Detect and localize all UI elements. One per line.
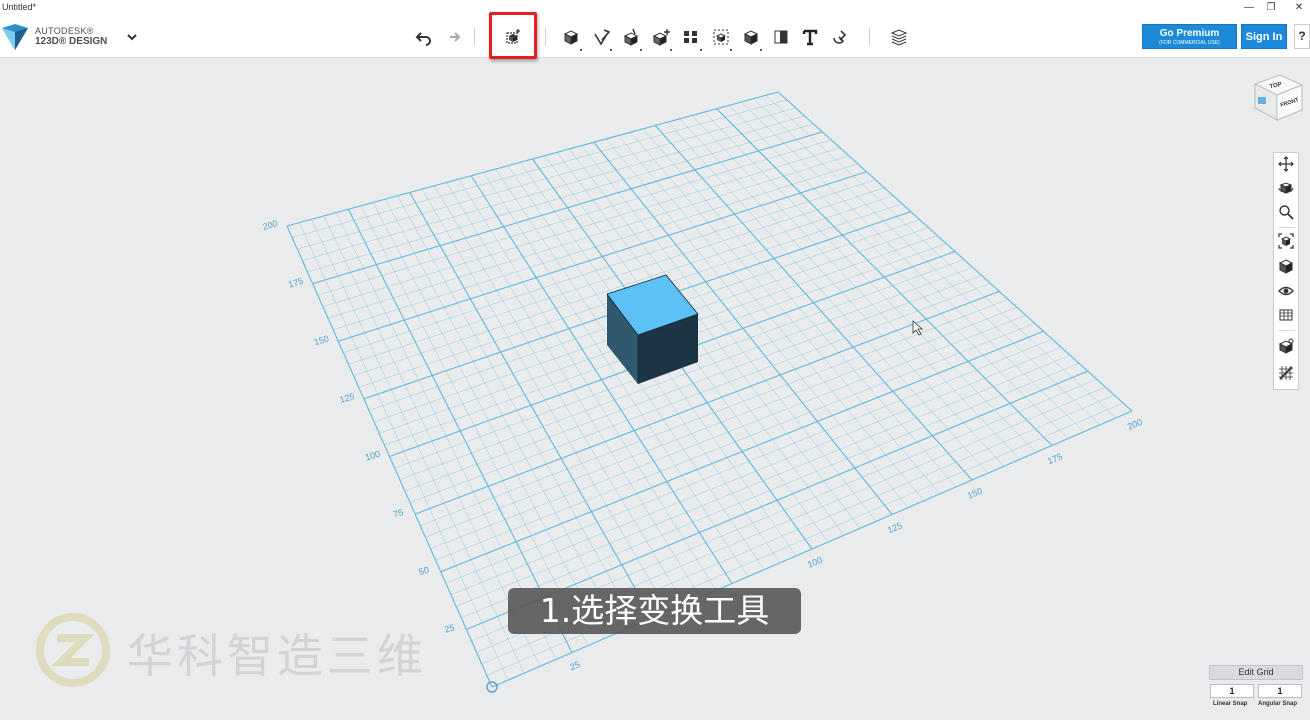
left-axis-label: 50 bbox=[418, 565, 430, 577]
navigation-panel bbox=[1273, 152, 1299, 390]
sketch-tool-button[interactable] bbox=[589, 25, 613, 51]
redo-icon bbox=[450, 32, 461, 42]
grid-line bbox=[777, 91, 1133, 412]
watermark: 华科智造三维 bbox=[35, 612, 423, 693]
main-toolbar: AUTODESK® 123D® DESIGN bbox=[0, 16, 1310, 58]
snap-settings-button[interactable] bbox=[1278, 365, 1296, 383]
snap-tool-button[interactable] bbox=[827, 25, 851, 49]
fit-button[interactable] bbox=[1278, 233, 1296, 251]
snap-icon bbox=[833, 30, 847, 44]
fit-icon bbox=[1278, 233, 1294, 249]
box-object[interactable] bbox=[606, 274, 699, 384]
app-window: Untitled* — ❐ ✕ AUTODESK® 123D® DESIGN G… bbox=[0, 0, 1310, 720]
front-axis-label: 150 bbox=[966, 486, 984, 501]
views-button[interactable] bbox=[1278, 258, 1296, 276]
z-logo-icon bbox=[36, 613, 110, 687]
material-icon bbox=[1279, 309, 1293, 321]
subtitle-caption: 1.选择变换工具 bbox=[508, 588, 801, 634]
nav-divider bbox=[1279, 330, 1295, 331]
edit-grid-button[interactable]: Edit Grid bbox=[1209, 665, 1303, 680]
materials-outline-button[interactable] bbox=[1278, 307, 1296, 325]
grid-visibility-button[interactable] bbox=[1278, 338, 1296, 356]
help-button[interactable]: ? bbox=[1294, 24, 1310, 49]
left-axis-label: 125 bbox=[338, 391, 355, 405]
toolbar-divider bbox=[545, 28, 546, 46]
grouping-tool-button[interactable] bbox=[709, 25, 733, 51]
combine-tool-button[interactable] bbox=[739, 25, 763, 51]
redo-button[interactable] bbox=[440, 25, 464, 49]
layers-icon bbox=[890, 29, 908, 46]
toolbar-divider bbox=[869, 28, 870, 46]
grid-icon bbox=[1278, 338, 1294, 354]
transform-tool-highlight bbox=[489, 12, 537, 59]
linear-snap-label: Linear Snap bbox=[1213, 701, 1248, 707]
left-axis-label: 100 bbox=[364, 449, 381, 463]
nav-divider bbox=[1279, 227, 1295, 228]
measure-tool-button[interactable] bbox=[769, 25, 793, 49]
measure-icon bbox=[774, 30, 788, 44]
window-title: Untitled* bbox=[2, 2, 37, 12]
app-logo-icon[interactable] bbox=[0, 22, 30, 52]
zoom-icon bbox=[1279, 205, 1294, 220]
restore-button[interactable]: ❐ bbox=[1260, 0, 1282, 16]
front-axis-label: 175 bbox=[1046, 451, 1064, 466]
toolbar-divider bbox=[474, 28, 475, 46]
modify-tool-button[interactable] bbox=[649, 25, 673, 51]
chevron-down-icon[interactable] bbox=[125, 30, 139, 44]
front-axis-label: 25 bbox=[568, 659, 581, 672]
front-axis-label: 125 bbox=[886, 520, 904, 535]
go-premium-label: Go Premium bbox=[1159, 28, 1220, 39]
sign-in-button[interactable]: Sign In bbox=[1241, 24, 1287, 49]
angular-snap-input[interactable]: 1 bbox=[1258, 684, 1302, 698]
pattern-tool-button[interactable] bbox=[679, 25, 703, 51]
close-button[interactable]: ✕ bbox=[1288, 0, 1310, 16]
zoom-button[interactable] bbox=[1278, 204, 1296, 222]
watermark-text: 华科智造三维 bbox=[127, 629, 427, 683]
view-cube[interactable]: TOP FRONT bbox=[1250, 70, 1306, 126]
construct-tool-button[interactable] bbox=[619, 25, 643, 51]
go-premium-sublabel: (FOR COMMERCIAL USE) bbox=[1159, 40, 1220, 46]
pattern-icon bbox=[684, 31, 697, 43]
brand-line2: 123D® DESIGN bbox=[35, 36, 108, 47]
front-axis-label: 100 bbox=[806, 555, 824, 570]
pan-button[interactable] bbox=[1278, 156, 1296, 174]
text-tool-button[interactable] bbox=[798, 25, 822, 49]
materials-tool-button[interactable] bbox=[887, 25, 911, 49]
sketch-icon bbox=[594, 29, 610, 46]
brand-line1: AUTODESK® bbox=[35, 26, 94, 36]
linear-snap-input[interactable]: 1 bbox=[1210, 684, 1254, 698]
view-cube-icon bbox=[1278, 259, 1294, 274]
text-icon bbox=[802, 29, 818, 46]
left-axis-label: 200 bbox=[262, 218, 279, 232]
eye-icon bbox=[1278, 286, 1294, 296]
modify-icon bbox=[652, 29, 670, 46]
grid-line bbox=[286, 91, 779, 227]
title-bar: Untitled* — ❐ ✕ bbox=[0, 0, 1310, 16]
combine-icon bbox=[743, 30, 759, 45]
orbit-button[interactable] bbox=[1278, 180, 1296, 198]
angular-snap-label: Angular Snap bbox=[1258, 701, 1298, 707]
left-axis-label: 175 bbox=[287, 276, 304, 290]
primitives-icon bbox=[563, 30, 579, 45]
minimize-button[interactable]: — bbox=[1238, 0, 1260, 16]
snap-grid-icon bbox=[1279, 366, 1293, 380]
primitives-tool-button[interactable] bbox=[559, 25, 583, 51]
undo-button[interactable] bbox=[412, 25, 436, 49]
left-axis-label: 25 bbox=[443, 622, 455, 634]
orbit-icon bbox=[1278, 182, 1294, 194]
pan-icon bbox=[1278, 156, 1294, 172]
left-axis-label: 150 bbox=[313, 333, 330, 347]
construct-icon bbox=[623, 28, 639, 46]
brand-name: AUTODESK® 123D® DESIGN bbox=[35, 26, 107, 48]
undo-icon bbox=[415, 32, 431, 46]
visibility-button[interactable] bbox=[1278, 283, 1296, 301]
grid-line bbox=[654, 125, 973, 481]
left-axis-label: 75 bbox=[392, 507, 404, 519]
front-axis-label: 200 bbox=[1126, 417, 1144, 432]
grouping-icon bbox=[713, 29, 729, 45]
go-premium-button[interactable]: Go Premium (FOR COMMERCIAL USE) bbox=[1142, 24, 1237, 49]
